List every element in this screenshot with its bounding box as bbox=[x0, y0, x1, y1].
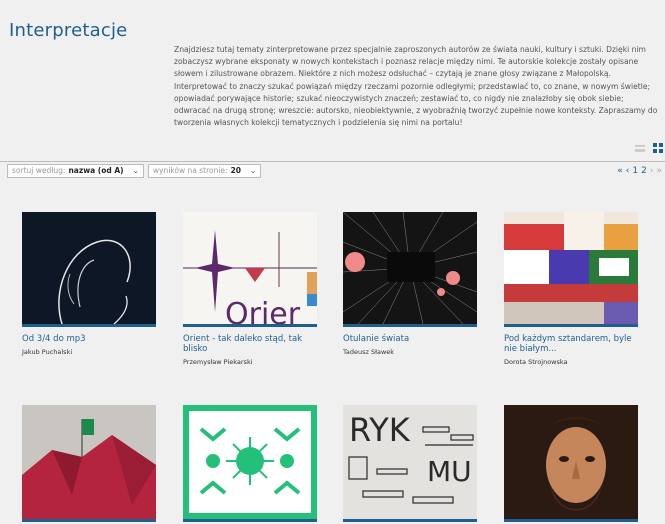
collection-author: Dorota Strojnowska bbox=[504, 358, 568, 366]
collection-card[interactable]: Orier Orient - tak daleko stąd, tak blis… bbox=[183, 212, 317, 366]
chevron-down-icon: ⌄ bbox=[250, 166, 257, 175]
collection-card[interactable] bbox=[504, 405, 638, 522]
pagination: « ‹ 1 2 › » bbox=[617, 166, 662, 176]
per-page-value: 20 bbox=[230, 166, 242, 175]
per-page-select[interactable]: wyników na stronie: 20 ⌄ bbox=[147, 164, 262, 178]
sort-label: sortuj według: bbox=[12, 166, 66, 175]
last-page-link[interactable]: » bbox=[656, 166, 662, 176]
collection-image[interactable]: Orier bbox=[183, 212, 317, 324]
collection-image[interactable] bbox=[22, 405, 156, 519]
sort-value: nazwa (od A) bbox=[68, 166, 124, 175]
sort-select[interactable]: sortuj według: nazwa (od A) ⌄ bbox=[7, 164, 144, 178]
divider bbox=[0, 161, 665, 162]
page-1-link[interactable]: 1 bbox=[632, 166, 638, 176]
list-view-icon[interactable] bbox=[635, 145, 645, 152]
collection-image[interactable] bbox=[343, 212, 477, 324]
collection-card[interactable]: Otulanie świata Tadeusz Sławek bbox=[343, 212, 477, 356]
collection-author: Tadeusz Sławek bbox=[343, 348, 395, 356]
collection-image[interactable] bbox=[183, 405, 317, 519]
collection-image-text: RYK bbox=[349, 411, 411, 449]
collection-title[interactable]: Pod każdym sztandarem, byle nie białym..… bbox=[504, 334, 638, 354]
collection-title[interactable]: Orient - tak daleko stąd, tak blisko bbox=[183, 334, 317, 354]
list-controls: sortuj według: nazwa (od A) ⌄ wyników na… bbox=[7, 164, 262, 178]
next-page-link[interactable]: › bbox=[650, 166, 654, 176]
collection-card[interactable]: RYK MU bbox=[343, 405, 477, 522]
first-page-link[interactable]: « bbox=[617, 166, 623, 176]
intro-text: Znajdziesz tutaj tematy zinterpretowane … bbox=[174, 45, 658, 128]
collection-card[interactable]: Pod każdym sztandarem, byle nie białym..… bbox=[504, 212, 638, 366]
view-switcher bbox=[635, 143, 663, 153]
collection-title[interactable]: Otulanie świata bbox=[343, 334, 477, 344]
page-title: Interpretacje bbox=[9, 20, 128, 41]
collection-image-text: MU bbox=[427, 455, 472, 488]
collection-image[interactable] bbox=[504, 212, 638, 324]
collection-title[interactable]: Od 3/4 do mp3 bbox=[22, 334, 156, 344]
collection-image-text: Orier bbox=[225, 297, 301, 324]
per-page-label: wyników na stronie: bbox=[152, 166, 228, 175]
collection-author: Jakub Puchalski bbox=[22, 348, 73, 356]
chevron-down-icon: ⌄ bbox=[132, 166, 139, 175]
grid-view-icon[interactable] bbox=[653, 143, 663, 153]
collection-image[interactable] bbox=[22, 212, 156, 324]
collection-author: Przemysław Piekarski bbox=[183, 358, 253, 366]
collection-card[interactable] bbox=[183, 405, 317, 522]
prev-page-link[interactable]: ‹ bbox=[626, 166, 630, 176]
collection-image[interactable]: RYK MU bbox=[343, 405, 477, 519]
collection-card[interactable] bbox=[22, 405, 156, 522]
collection-card[interactable]: Od 3/4 do mp3 Jakub Puchalski bbox=[22, 212, 156, 356]
page-2-link[interactable]: 2 bbox=[641, 166, 647, 176]
collection-image[interactable] bbox=[504, 405, 638, 519]
